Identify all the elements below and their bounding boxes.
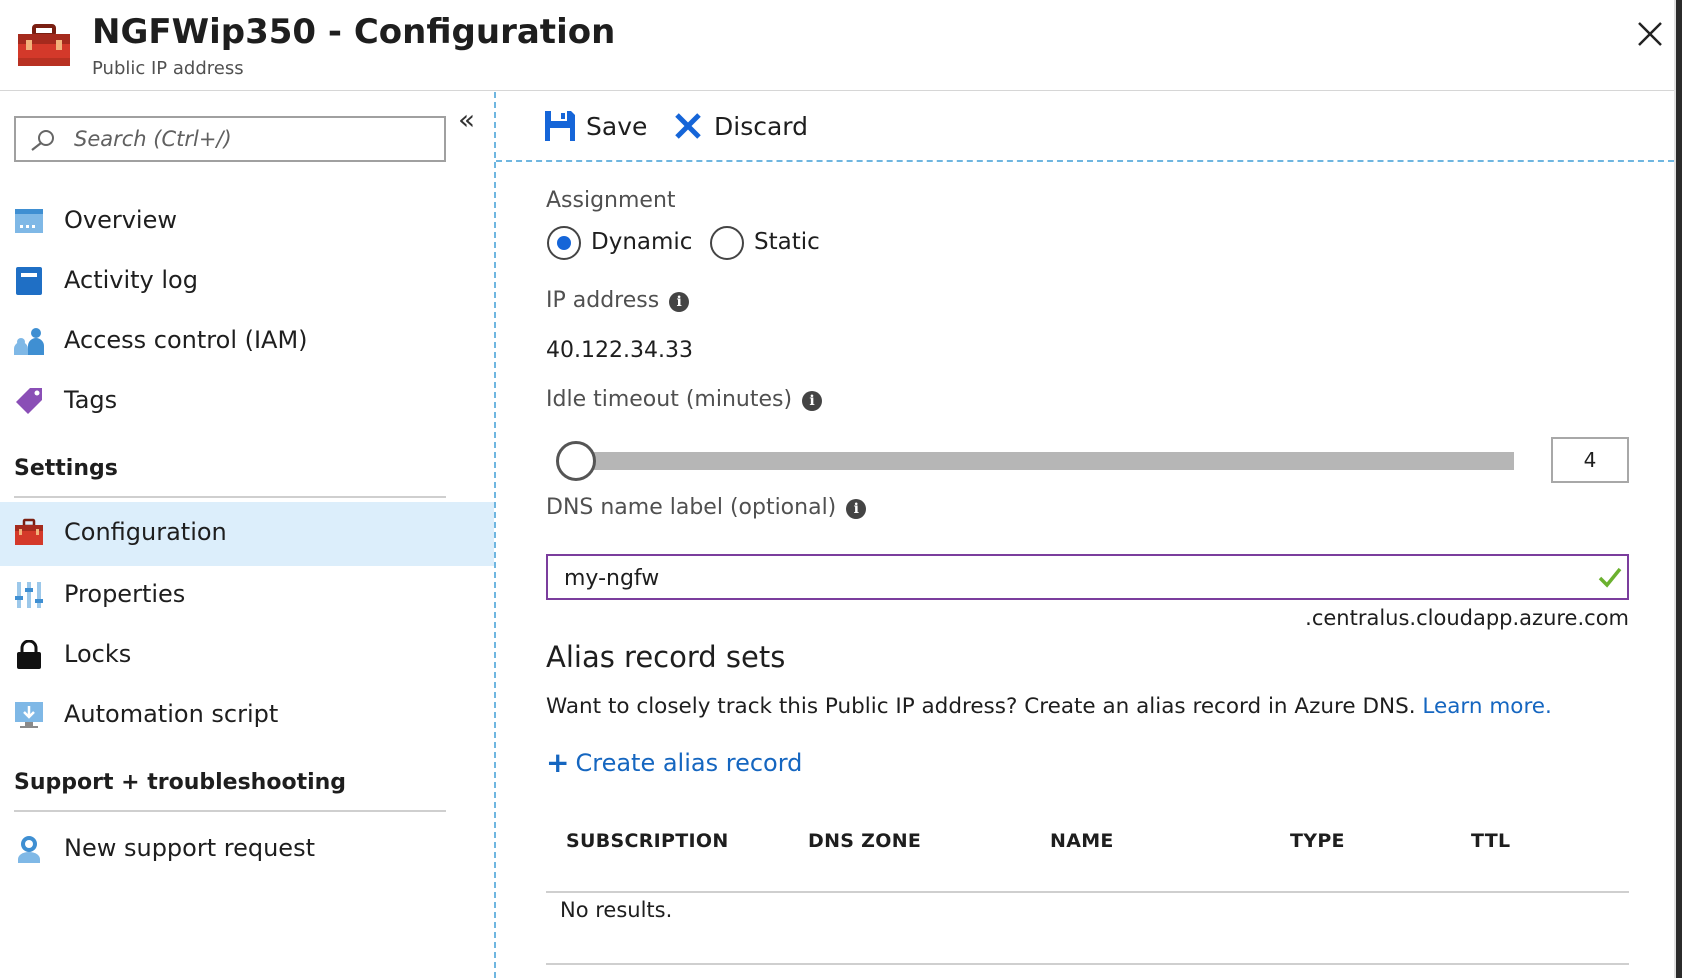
automation-script-icon (15, 702, 43, 728)
radio-label: Static (754, 229, 820, 255)
create-alias-record-link[interactable]: + Create alias record (546, 746, 802, 779)
info-icon[interactable]: i (802, 391, 823, 411)
idle-timeout-label: Idle timeout (minutes) (546, 387, 793, 412)
sidebar-item-iam[interactable]: Access control (IAM) (0, 310, 494, 374)
sidebar-item-label: Access control (IAM) (64, 326, 308, 354)
ip-address-label-row: IP address i (546, 288, 690, 313)
sidebar-item-label: Locks (64, 640, 132, 668)
table-empty-message: No results. (560, 898, 673, 922)
page-title: NGFWip350 - Configuration (92, 12, 616, 52)
command-bar: Save Discard (496, 92, 1674, 162)
overview-icon (15, 209, 43, 233)
radio-dynamic[interactable]: Dynamic (547, 226, 692, 262)
save-button[interactable]: Save (544, 106, 664, 146)
ip-address-label: IP address (546, 288, 660, 313)
tag-icon (16, 388, 42, 414)
close-icon[interactable] (1634, 18, 1666, 50)
table-header-divider (546, 891, 1629, 893)
radio-circle (710, 226, 744, 260)
sidebar-item-label: Activity log (64, 266, 198, 294)
dns-name-field[interactable] (546, 554, 1629, 600)
iam-icon (14, 328, 44, 355)
sidebar: « Overview Activity log Access control (… (0, 92, 494, 978)
info-icon[interactable]: i (846, 499, 867, 519)
plus-icon: + (546, 746, 570, 779)
sidebar-item-label: Properties (64, 580, 186, 608)
learn-more-link[interactable]: Learn more. (1422, 694, 1551, 719)
sidebar-item-tags[interactable]: Tags (0, 370, 494, 434)
dns-label-row: DNS name label (optional) i (546, 495, 867, 520)
radio-static[interactable]: Static (710, 226, 820, 262)
sidebar-item-properties[interactable]: Properties (0, 564, 494, 628)
activity-log-icon (16, 267, 42, 295)
toolbox-icon (15, 518, 43, 545)
sidebar-item-overview[interactable]: Overview (0, 190, 494, 254)
support-request-icon (18, 836, 40, 863)
idle-timeout-slider-thumb[interactable] (556, 441, 596, 481)
idle-timeout-input[interactable] (1551, 437, 1629, 483)
page-subtitle: Public IP address (92, 58, 244, 79)
search-input[interactable] (74, 125, 434, 153)
section-heading-support: Support + troubleshooting (14, 770, 347, 795)
save-label: Save (586, 112, 648, 141)
sidebar-item-activity-log[interactable]: Activity log (0, 250, 494, 314)
sidebar-item-label: Automation script (64, 700, 279, 728)
alias-record-sets-heading: Alias record sets (546, 640, 786, 674)
sidebar-item-automation-script[interactable]: Automation script (0, 684, 494, 748)
sidebar-item-label: Configuration (64, 518, 227, 546)
checkmark-icon (1598, 567, 1622, 588)
discard-icon (675, 113, 701, 139)
toolbox-icon (18, 24, 70, 66)
alias-description-row: Want to closely track this Public IP add… (546, 694, 1552, 719)
search-icon (31, 130, 54, 151)
discard-button[interactable]: Discard (672, 106, 822, 146)
assignment-label: Assignment (546, 188, 676, 213)
column-header-subscription: SUBSCRIPTION (566, 830, 729, 852)
save-icon (545, 111, 575, 141)
radio-label: Dynamic (591, 229, 693, 255)
alias-description: Want to closely track this Public IP add… (546, 694, 1416, 719)
idle-timeout-slider-track[interactable] (562, 452, 1514, 470)
discard-label: Discard (714, 112, 808, 141)
dns-label: DNS name label (optional) (546, 495, 837, 520)
sidebar-item-locks[interactable]: Locks (0, 624, 494, 688)
window-edge-dark (1676, 0, 1682, 978)
dns-suffix: .centralus.cloudapp.azure.com (1305, 606, 1629, 630)
radio-selected-dot (557, 236, 571, 250)
sidebar-item-configuration[interactable]: Configuration (0, 502, 494, 566)
section-divider (14, 810, 446, 812)
sidebar-item-label: New support request (64, 834, 315, 862)
main-pane: Save Discard Assignment Dynamic Static I… (496, 92, 1674, 978)
column-header-name: NAME (1050, 830, 1114, 852)
info-icon[interactable]: i (669, 292, 690, 312)
sidebar-item-new-support-request[interactable]: New support request (0, 818, 494, 882)
blade-header: NGFWip350 - Configuration Public IP addr… (0, 0, 1682, 91)
section-divider (14, 496, 446, 498)
column-header-dns-zone: DNS ZONE (808, 830, 922, 852)
ip-address-value: 40.122.34.33 (546, 338, 693, 363)
dns-name-input[interactable] (564, 563, 1564, 593)
table-bottom-divider (546, 963, 1629, 965)
radio-circle (547, 226, 581, 260)
sidebar-item-label: Tags (64, 386, 118, 414)
lock-icon (17, 640, 41, 669)
idle-timeout-label-row: Idle timeout (minutes) i (546, 387, 823, 412)
create-alias-record-label: Create alias record (575, 749, 803, 777)
sidebar-item-label: Overview (64, 206, 177, 234)
collapse-sidebar-button[interactable]: « (458, 106, 475, 134)
column-header-type: TYPE (1290, 830, 1345, 852)
column-header-ttl: TTL (1471, 830, 1511, 852)
section-heading-settings: Settings (14, 456, 118, 481)
properties-icon (15, 582, 43, 608)
search-box[interactable] (14, 116, 446, 162)
